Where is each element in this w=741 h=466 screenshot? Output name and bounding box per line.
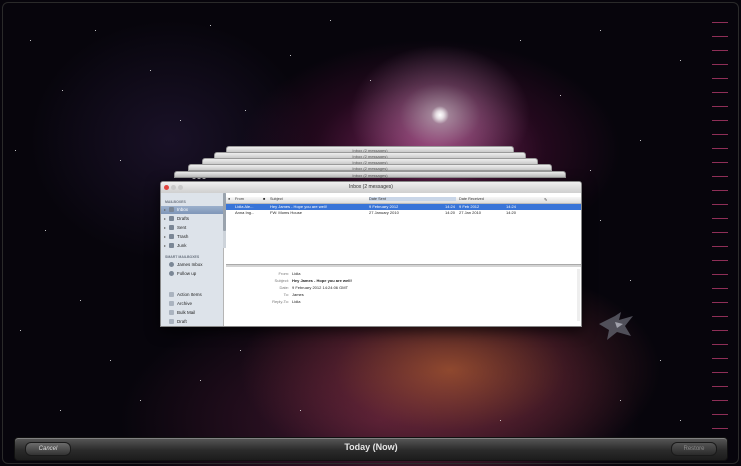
- cell-sent-time: 14:24: [445, 204, 456, 209]
- folder-icon: [169, 301, 174, 306]
- sidebar-item-label: Archive: [177, 301, 193, 306]
- disclosure-triangle-icon[interactable]: ▸: [164, 216, 166, 221]
- cell-date-received: 9 Feb 2012: [459, 204, 480, 209]
- attachment-column-icon[interactable]: ✎: [544, 197, 547, 202]
- junk-icon: [169, 243, 174, 248]
- disclosure-triangle-icon[interactable]: ▸: [164, 243, 166, 248]
- ghost-title: Inbox (2 messages): [352, 173, 388, 178]
- cell-subject: Hey James - Hope you are well!: [270, 204, 327, 209]
- folder-icon: [169, 292, 174, 297]
- sidebar-item-label: James Inbox: [177, 262, 203, 267]
- sidebar-item-label: Bulk Mail: [177, 310, 196, 315]
- timeline-ruler[interactable]: [700, 14, 732, 434]
- drafts-icon: [169, 216, 174, 221]
- backup-window-stack[interactable]: Inbox (2 messages): [174, 171, 566, 186]
- folder-icon: [169, 319, 174, 324]
- sidebar-item-label: Sent: [177, 225, 187, 230]
- cell-date-sent: 27 January 2010: [369, 210, 399, 215]
- unread-column-header[interactable]: ●: [228, 197, 230, 201]
- from-value[interactable]: Lidia: [292, 271, 300, 276]
- sidebar-item-label: Junk: [177, 243, 187, 248]
- cell-sent-time: 14:20: [445, 210, 456, 215]
- date-label: Date:: [279, 285, 289, 290]
- subject-label: Subject:: [274, 278, 289, 283]
- sidebar-item-draft[interactable]: Draft: [161, 318, 223, 326]
- cell-from: Lidia Ale...: [235, 204, 254, 209]
- smart-mailboxes-header: SMART MAILBOXES: [165, 255, 200, 259]
- sidebar-item-follow-up[interactable]: Follow up: [161, 270, 223, 278]
- sidebar-item-label: Follow up: [177, 271, 197, 276]
- sidebar-item-archive[interactable]: Archive: [161, 300, 223, 308]
- message-preview: From: Lidia Subject: Hey James - Hope yo…: [226, 267, 581, 326]
- current-date-label: Today (Now): [344, 442, 398, 452]
- preview-scrollbar[interactable]: [577, 269, 580, 321]
- cell-received-time: 14:20: [506, 210, 517, 215]
- sidebar-item-junk[interactable]: ▸ Junk: [161, 242, 223, 250]
- sidebar-item-label: Draft: [177, 319, 187, 324]
- message-list-header: ● From ■ Subject Date Sent Date Received…: [226, 197, 581, 204]
- sidebar-item-trash[interactable]: ▸ Trash: [161, 233, 223, 241]
- reply-to-label: Reply-To:: [272, 299, 289, 304]
- gear-icon: [169, 271, 174, 276]
- sidebar-item-label: Inbox: [177, 207, 189, 212]
- window-title: Inbox (2 messages): [349, 184, 393, 190]
- column-subject[interactable]: Subject: [270, 197, 283, 201]
- sidebar-item-label: Trash: [177, 234, 189, 239]
- trash-icon: [169, 234, 174, 239]
- date-value: 9 February 2012 14:24:06 GMT: [292, 285, 349, 290]
- disclosure-triangle-icon[interactable]: ▸: [164, 207, 166, 212]
- column-date-sent[interactable]: Date Sent: [369, 197, 456, 201]
- sidebar-item-label: Drafts: [177, 216, 190, 221]
- bright-star: [431, 106, 449, 124]
- sidebar-item-inbox[interactable]: ▸ Inbox: [161, 206, 223, 214]
- time-machine-screen: Inbox (2 messages) Inbox (2 messages) In…: [0, 0, 741, 466]
- sidebar-item-action-items[interactable]: Action Items: [161, 291, 223, 299]
- table-row[interactable]: Anna Ing... FW: Moms House 27 January 20…: [226, 210, 581, 216]
- cell-from: Anna Ing...: [235, 210, 255, 215]
- mailbox-sidebar: MAILBOXES ▸ Inbox ▸ Drafts ▸ Sent ▸ Tras…: [161, 193, 224, 326]
- cell-subject: FW: Moms House: [270, 210, 302, 215]
- mail-window: Inbox (2 messages) MAILBOXES ▸ Inbox ▸ D…: [160, 181, 582, 327]
- time-machine-toolbar: Cancel Today (Now) Restore: [14, 437, 728, 461]
- sidebar-item-label: Action Items: [177, 292, 202, 297]
- cell-received-time: 14:24: [506, 204, 517, 209]
- sidebar-item-sent[interactable]: ▸ Sent: [161, 224, 223, 232]
- disclosure-triangle-icon[interactable]: ▸: [164, 225, 166, 230]
- flag-column-header[interactable]: ■: [263, 197, 265, 201]
- from-label: From:: [278, 271, 289, 276]
- sent-icon: [169, 225, 174, 230]
- disclosure-triangle-icon[interactable]: ▸: [164, 234, 166, 239]
- backup-window-stack[interactable]: Inbox (2 messages): [188, 164, 552, 179]
- reply-to-value[interactable]: Lidia: [292, 299, 300, 304]
- restore-button[interactable]: Restore: [671, 442, 717, 456]
- column-date-received[interactable]: Date Received: [459, 197, 484, 201]
- sidebar-item-james-inbox[interactable]: James Inbox: [161, 261, 223, 269]
- subject-value: Hey James - Hope you are well!: [292, 278, 352, 283]
- bird-icon: [599, 312, 633, 340]
- folder-icon: [169, 310, 174, 315]
- column-from[interactable]: From: [235, 197, 244, 201]
- to-value[interactable]: James: [292, 292, 304, 297]
- mailboxes-header: MAILBOXES: [165, 200, 186, 204]
- cell-date-received: 27 Jan 2010: [459, 210, 482, 215]
- to-label: To:: [283, 292, 289, 297]
- inbox-icon: [169, 207, 174, 212]
- cell-date-sent: 9 February 2012: [369, 204, 399, 209]
- message-list: ● From ■ Subject Date Sent Date Received…: [226, 193, 581, 264]
- sidebar-item-bulk-mail[interactable]: Bulk Mail: [161, 309, 223, 317]
- gear-icon: [169, 262, 174, 267]
- sidebar-item-drafts[interactable]: ▸ Drafts: [161, 215, 223, 223]
